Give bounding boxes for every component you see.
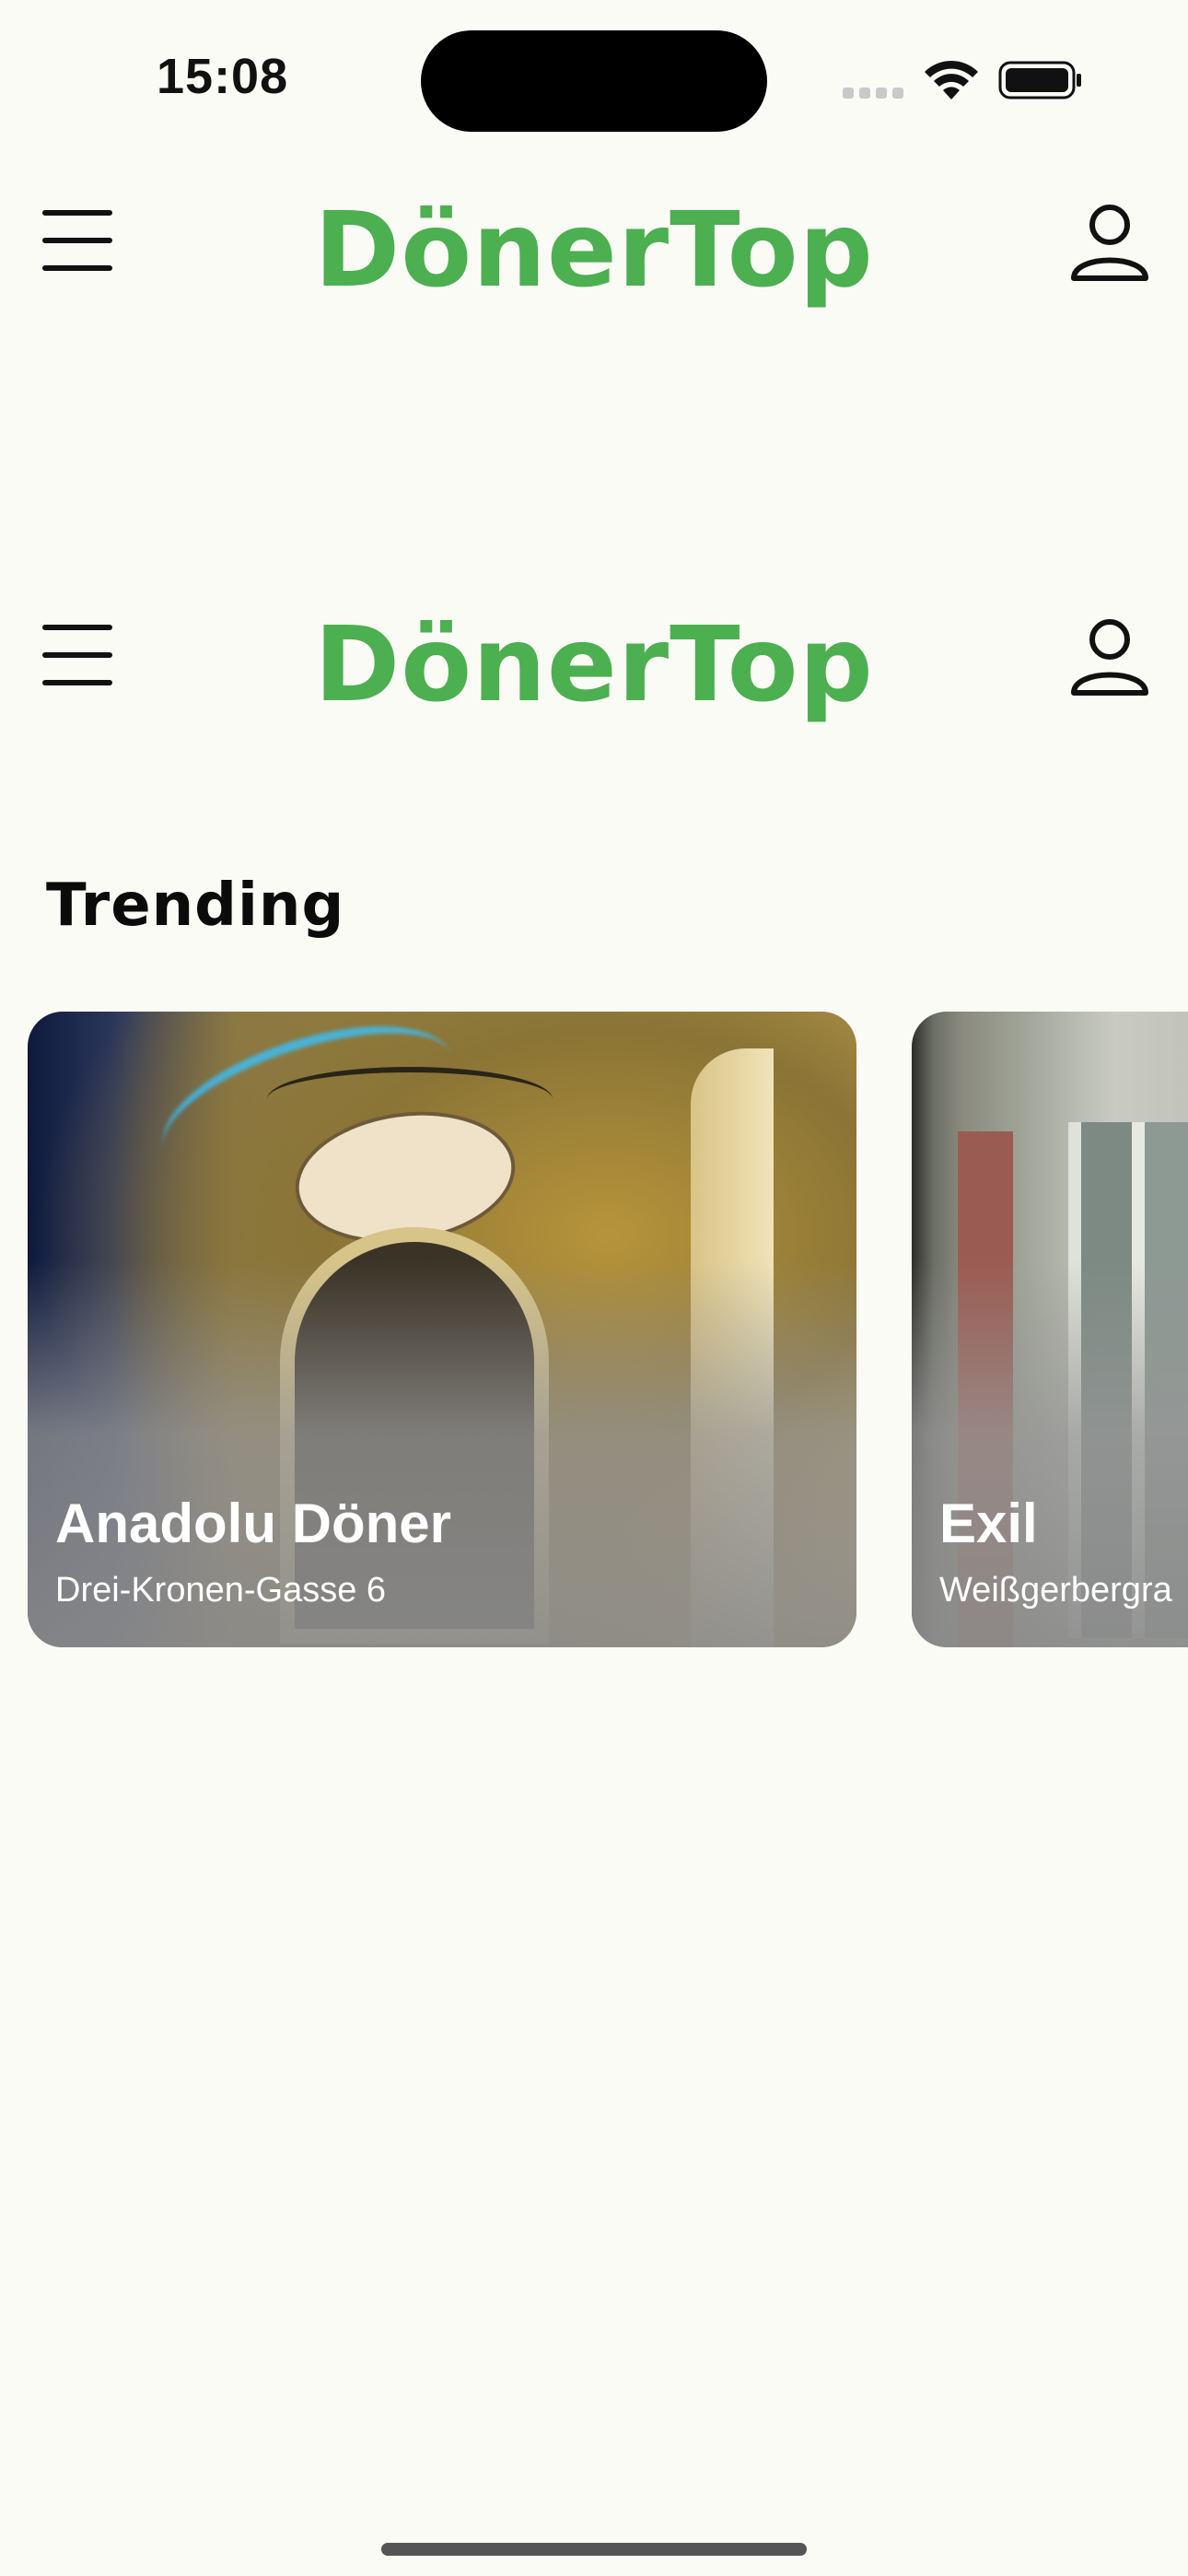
section-title-trending: Trending	[46, 872, 345, 940]
home-indicator[interactable]	[381, 2543, 807, 2556]
trending-carousel[interactable]: Anadolu Döner Drei-Kronen-Gasse 6 Exil W…	[0, 1012, 1188, 1649]
status-time: 15:08	[157, 49, 289, 104]
restaurant-name: Anadolu Döner	[55, 1493, 451, 1554]
app-logo: DönerTop	[314, 191, 874, 310]
hamburger-menu-icon[interactable]	[42, 625, 112, 685]
restaurant-address: Weißgerbergra	[939, 1571, 1172, 1610]
restaurant-card[interactable]: Exil Weißgerbergra	[912, 1012, 1188, 1647]
restaurant-card[interactable]: Anadolu Döner Drei-Kronen-Gasse 6	[28, 1012, 856, 1647]
wifi-icon	[925, 60, 978, 100]
person-icon[interactable]	[1068, 615, 1151, 698]
person-icon[interactable]	[1068, 201, 1151, 284]
restaurant-address: Drei-Kronen-Gasse 6	[55, 1571, 387, 1610]
app-header-secondary: DönerTop	[0, 571, 1188, 755]
status-bar: 15:08	[0, 0, 1188, 157]
cellular-signal-icon	[843, 88, 903, 99]
app-logo: DönerTop	[314, 605, 874, 725]
dynamic-island	[421, 30, 767, 132]
app-header: DönerTop	[0, 157, 1188, 341]
restaurant-name: Exil	[939, 1493, 1038, 1554]
battery-icon	[998, 61, 1081, 100]
hamburger-menu-icon[interactable]	[42, 210, 112, 271]
